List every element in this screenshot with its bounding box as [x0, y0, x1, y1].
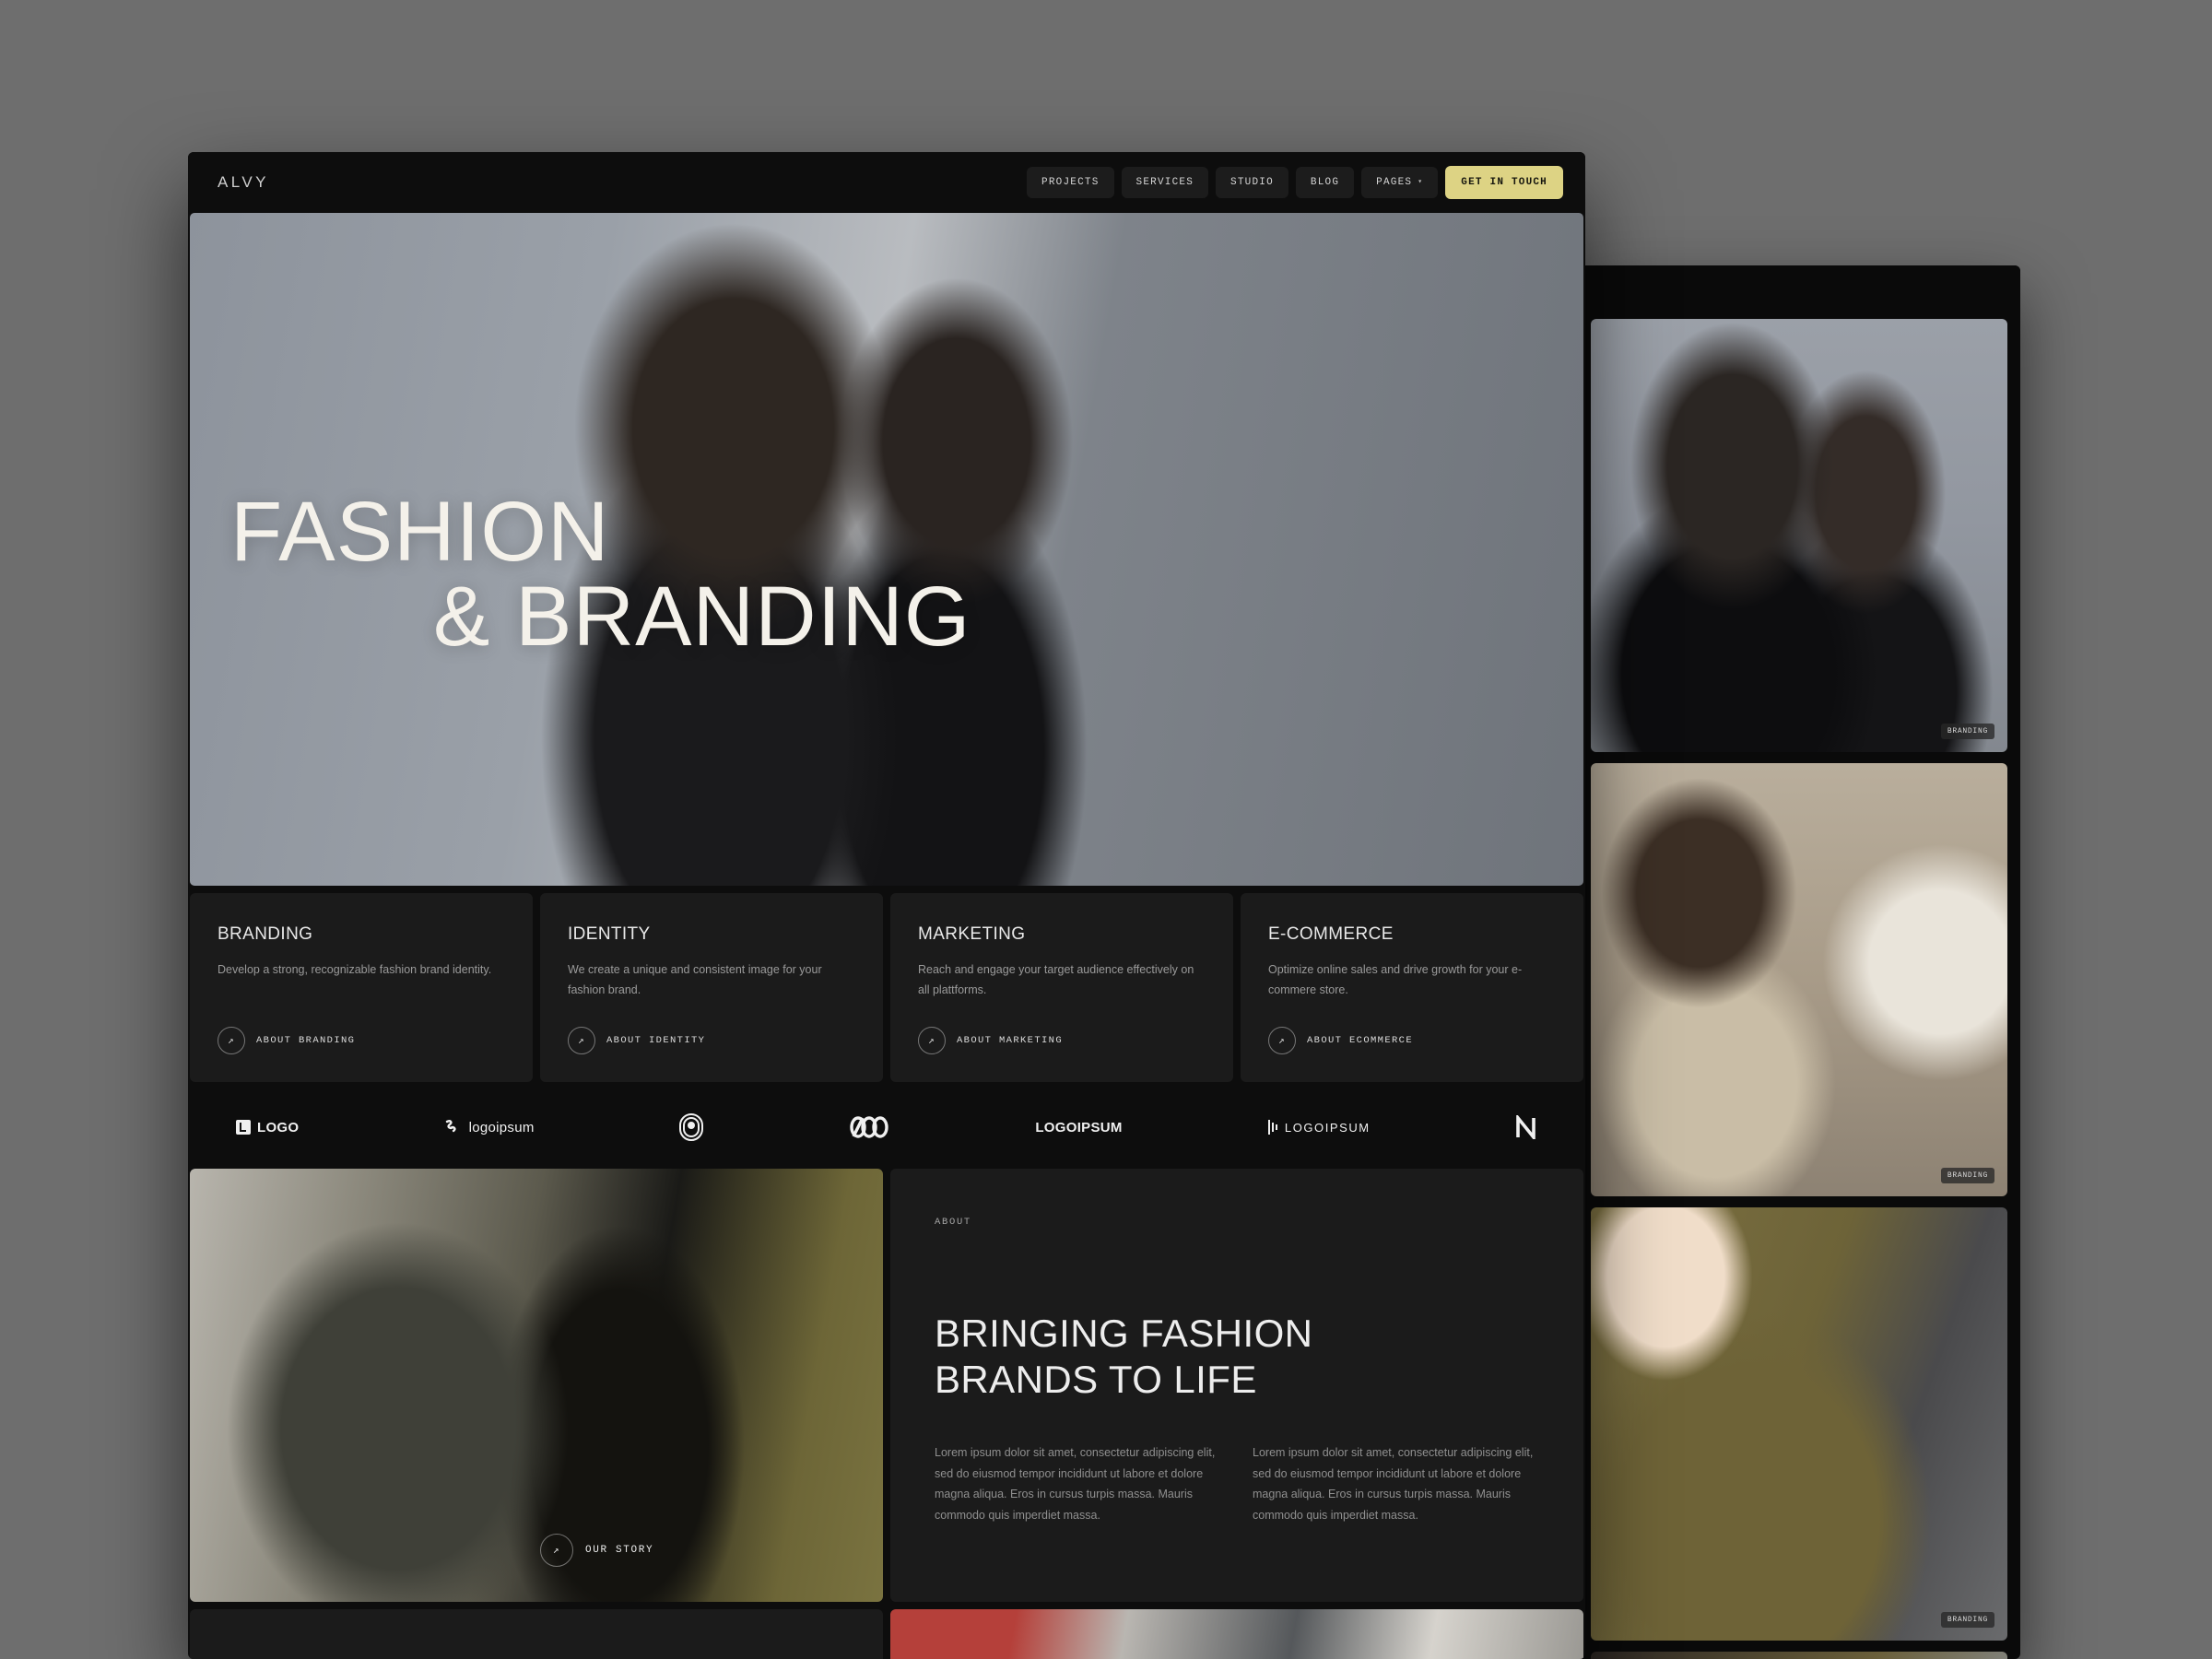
about-section: ↗ OUR STORY ABOUT BRINGING FASHION BRAND… — [188, 1169, 1585, 1609]
gallery-image-olive-coat — [1591, 1207, 2007, 1641]
our-story-link[interactable]: ↗ OUR STORY — [540, 1534, 653, 1567]
service-title: E-COMMERCE — [1268, 924, 1394, 944]
services-section: BRANDING Develop a strong, recognizable … — [188, 886, 1585, 1082]
swirl-icon — [445, 1120, 456, 1133]
gallery-item[interactable]: BRANDING — [1591, 319, 2007, 752]
about-heading: BRINGING FASHION BRANDS TO LIFE — [935, 1311, 1539, 1404]
service-card-marketing[interactable]: MARKETING Reach and engage your target a… — [890, 893, 1233, 1082]
service-link-ecommerce[interactable]: ↗ ABOUT ECOMMERCE — [1268, 1027, 1556, 1054]
about-image: ↗ OUR STORY — [190, 1169, 883, 1602]
nav-item-projects[interactable]: PROJECTS — [1027, 167, 1114, 198]
service-card-branding[interactable]: BRANDING Develop a strong, recognizable … — [190, 893, 533, 1082]
nav-item-blog[interactable]: BLOG — [1295, 167, 1355, 198]
client-logo-strip: LOGO logoipsum LOGOIPSUM LOGOIPSUM — [188, 1082, 1585, 1169]
nav-item-studio[interactable]: STUDIO — [1216, 167, 1288, 198]
service-link-marketing[interactable]: ↗ ABOUT MARKETING — [918, 1027, 1206, 1054]
gallery-image-man-knit — [1591, 763, 2007, 1196]
service-link-label: ABOUT ECOMMERCE — [1307, 1035, 1413, 1046]
gallery-list: BRANDING BRANDING BRANDING — [1578, 319, 2020, 1659]
client-logo-bold: LOGOIPSUM — [1035, 1120, 1122, 1135]
next-panel-left — [190, 1609, 883, 1659]
infinity-icon — [850, 1116, 888, 1138]
next-panel-right — [890, 1609, 1583, 1659]
service-desc: Optimize online sales and drive growth f… — [1268, 963, 1523, 996]
client-logo-label: LOGOIPSUM — [1284, 1120, 1371, 1135]
about-eyebrow: ABOUT — [935, 1217, 971, 1228]
nav-item-pages[interactable]: PAGES ▾ — [1361, 167, 1439, 198]
gallery-image-next — [1591, 1652, 2007, 1659]
client-logo-label: LOGO — [257, 1119, 300, 1135]
service-link-label: ABOUT BRANDING — [256, 1035, 356, 1046]
service-link-label: ABOUT IDENTITY — [606, 1035, 706, 1046]
gallery-window: ↗ SEE ALL BRANDING BRANDING BRANDING — [1578, 265, 2020, 1659]
nav-label: PAGES — [1376, 177, 1413, 188]
gallery-item-partial[interactable] — [1591, 1652, 2007, 1659]
service-desc: Develop a strong, recognizable fashion b… — [218, 963, 492, 976]
hero-headline-line2: & BRANDING — [433, 570, 971, 664]
get-in-touch-button[interactable]: GET IN TOUCH — [1445, 166, 1563, 199]
hero-content: FASHION & BRANDING Bringing Your Fashion… — [190, 213, 1583, 886]
service-link-identity[interactable]: ↗ ABOUT IDENTITY — [568, 1027, 855, 1054]
service-link-branding[interactable]: ↗ ABOUT BRANDING — [218, 1027, 505, 1054]
nav-label: STUDIO — [1230, 177, 1274, 188]
next-section-peek — [188, 1609, 1585, 1659]
site-logo[interactable]: ALVY — [218, 173, 269, 192]
arrow-up-right-icon: ↗ — [918, 1027, 946, 1054]
service-link-label: ABOUT MARKETING — [957, 1035, 1063, 1046]
client-logo-label: logoipsum — [468, 1119, 535, 1135]
gallery-tag: BRANDING — [1940, 1612, 1994, 1628]
hero-section: FASHION & BRANDING Bringing Your Fashion… — [190, 213, 1583, 886]
nav-label: SERVICES — [1135, 177, 1194, 188]
arrow-up-right-icon: ↗ — [218, 1027, 245, 1054]
hero-headline: FASHION & BRANDING — [230, 489, 971, 659]
main-nav: PROJECTS SERVICES STUDIO BLOG PAGES ▾ GE… — [1027, 166, 1563, 199]
service-desc: We create a unique and consistent image … — [568, 963, 822, 996]
arrow-up-right-icon: ↗ — [1268, 1027, 1296, 1054]
client-logo-fingerprint — [678, 1113, 703, 1141]
about-heading-line2: BRANDS TO LIFE — [935, 1358, 1257, 1402]
about-text-panel: ABOUT BRINGING FASHION BRANDS TO LIFE Lo… — [890, 1169, 1583, 1602]
chevron-down-icon: ▾ — [1418, 178, 1424, 186]
service-card-identity[interactable]: IDENTITY We create a unique and consiste… — [540, 893, 883, 1082]
service-card-ecommerce[interactable]: E-COMMERCE Optimize online sales and dri… — [1241, 893, 1583, 1082]
gallery-item[interactable]: BRANDING — [1591, 763, 2007, 1196]
gallery-tag: BRANDING — [1940, 1168, 1994, 1183]
our-story-label: OUR STORY — [585, 1545, 654, 1556]
bracket-icon — [236, 1120, 251, 1135]
site-header: ALVY PROJECTS SERVICES STUDIO BLOG PAGES… — [188, 152, 1585, 213]
service-title: IDENTITY — [568, 924, 651, 944]
arrow-up-right-icon: ↗ — [540, 1534, 573, 1567]
gallery-image-two-models — [1591, 319, 2007, 752]
service-title: BRANDING — [218, 924, 313, 944]
client-logo-bars: LOGOIPSUM — [1267, 1118, 1371, 1136]
gallery-item[interactable]: BRANDING — [1591, 1207, 2007, 1641]
nav-label: PROJECTS — [1041, 177, 1100, 188]
about-heading-line1: BRINGING FASHION — [935, 1312, 1313, 1355]
nav-label: BLOG — [1310, 177, 1340, 188]
main-window: ALVY PROJECTS SERVICES STUDIO BLOG PAGES… — [188, 152, 1585, 1659]
service-title: MARKETING — [918, 924, 1026, 944]
client-logo-infinity — [848, 1115, 890, 1139]
monogram-icon — [1516, 1115, 1535, 1139]
client-logo-bracket: LOGO — [236, 1120, 299, 1135]
bars-icon — [1267, 1120, 1277, 1135]
client-logo-label: LOGOIPSUM — [1035, 1119, 1123, 1135]
nav-item-services[interactable]: SERVICES — [1121, 167, 1209, 198]
about-paragraph-right: Lorem ipsum dolor sit amet, consectetur … — [1253, 1445, 1534, 1523]
hero-headline-line1: FASHION — [230, 485, 610, 579]
about-paragraphs: Lorem ipsum dolor sit amet, consectetur … — [935, 1442, 1539, 1526]
about-paragraph-left: Lorem ipsum dolor sit amet, consectetur … — [935, 1445, 1216, 1523]
gallery-topbar: ↗ SEE ALL — [1578, 265, 2020, 1071]
gallery-tag: BRANDING — [1940, 724, 1994, 739]
client-logo-monogram — [1515, 1115, 1537, 1139]
arrow-up-right-icon: ↗ — [568, 1027, 595, 1054]
service-desc: Reach and engage your target audience ef… — [918, 963, 1194, 996]
fingerprint-icon — [678, 1113, 703, 1141]
client-logo-swirl: logoipsum — [444, 1119, 535, 1135]
